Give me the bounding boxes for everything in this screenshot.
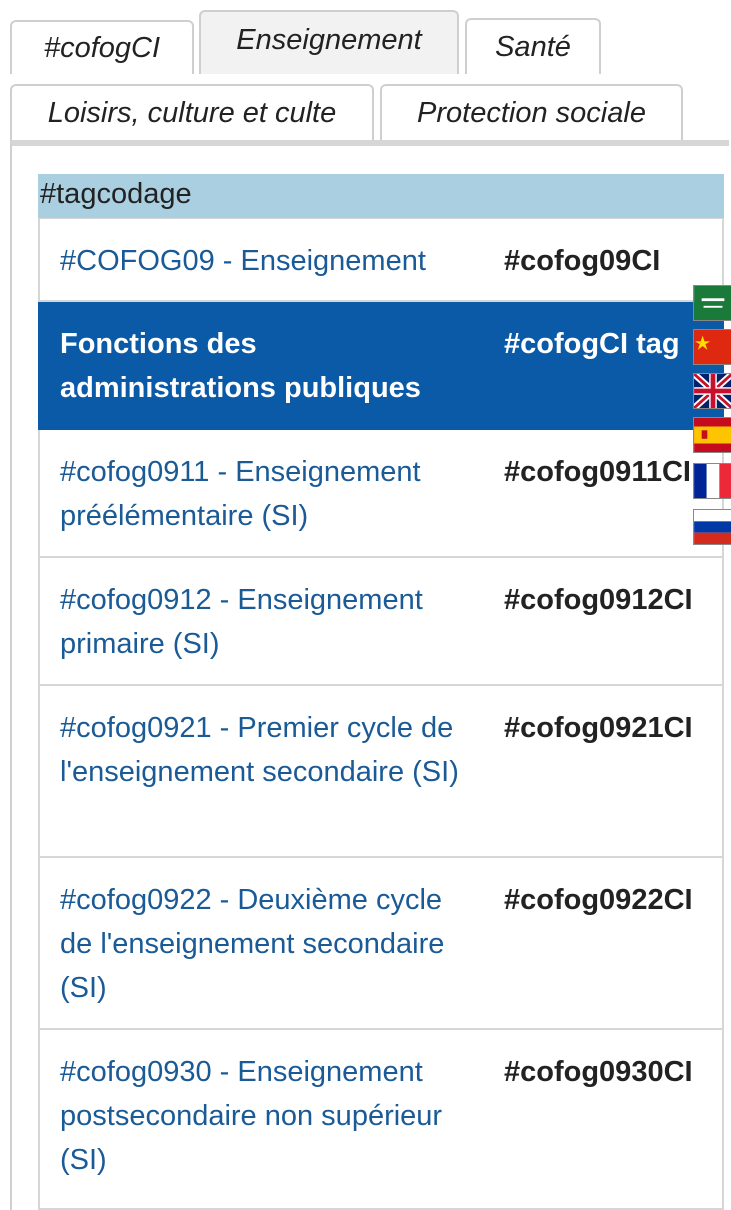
table-row: #cofog0922 - Deuxième cycle de l'enseign… <box>38 858 724 1030</box>
table-row: #cofog0912 - Enseignement primaire (SI) … <box>38 558 724 686</box>
tab-label: Santé <box>495 30 571 63</box>
row-code: #cofog0930CI <box>504 1056 693 1088</box>
row-label: Fonctions des administrations publiques <box>60 328 421 404</box>
france-flag-icon[interactable] <box>693 463 731 499</box>
china-flag-icon[interactable] <box>693 329 731 365</box>
tab-sante[interactable]: Santé <box>465 18 601 74</box>
saudi-arabia-flag-icon[interactable] <box>693 285 731 321</box>
tab-label: Protection sociale <box>417 96 646 129</box>
table-row: #COFOG09 - Enseignement #cofog09CI <box>38 218 724 302</box>
tab-loisirs-culture-culte[interactable]: Loisirs, culture et culte <box>10 84 374 140</box>
uk-flag-icon[interactable] <box>693 373 731 409</box>
row-code: #cofog0922CI <box>504 884 693 916</box>
row-label-link[interactable]: #cofog0922 - Deuxième cycle de l'enseign… <box>60 878 470 1010</box>
row-code: #cofog09CI <box>504 245 661 277</box>
tab-label: Enseignement <box>236 23 422 56</box>
row-code: #cofog0911CI <box>504 456 691 488</box>
russia-flag-icon[interactable] <box>693 509 731 545</box>
table-row-selected[interactable]: Fonctions des administrations publiques … <box>38 302 724 430</box>
row-label-link[interactable]: #cofog0921 - Premier cycle de l'enseigne… <box>60 706 470 794</box>
spain-flag-icon[interactable] <box>693 417 731 453</box>
tab-enseignement[interactable]: Enseignement <box>199 10 459 74</box>
tab-cofogci[interactable]: #cofogCI <box>10 20 194 74</box>
row-code: #cofog0912CI <box>504 584 693 616</box>
table-header: #tagcodage <box>38 174 724 218</box>
row-label-link[interactable]: #cofog0930 - Enseignement postsecondaire… <box>60 1050 470 1182</box>
row-code: #cofogCI tag <box>504 328 680 360</box>
row-label-link[interactable]: #COFOG09 - Enseignement <box>60 239 470 283</box>
tab-protection-sociale[interactable]: Protection sociale <box>380 84 683 140</box>
table-row: #cofog0930 - Enseignement postsecondaire… <box>38 1030 724 1210</box>
table-row: #cofog0911 - Enseignement préélémentaire… <box>38 430 724 558</box>
row-code: #cofog0921CI <box>504 712 693 744</box>
row-label-link[interactable]: #cofog0912 - Enseignement primaire (SI) <box>60 578 470 666</box>
table-row: #cofog0921 - Premier cycle de l'enseigne… <box>38 686 724 858</box>
tag-table: #COFOG09 - Enseignement #cofog09CI Fonct… <box>38 218 724 1210</box>
tab-label: Loisirs, culture et culte <box>47 96 337 129</box>
row-label-link[interactable]: #cofog0911 - Enseignement préélémentaire… <box>60 450 470 538</box>
tab-label: #cofogCI <box>43 31 161 64</box>
table-header-label: #tagcodage <box>40 178 192 210</box>
